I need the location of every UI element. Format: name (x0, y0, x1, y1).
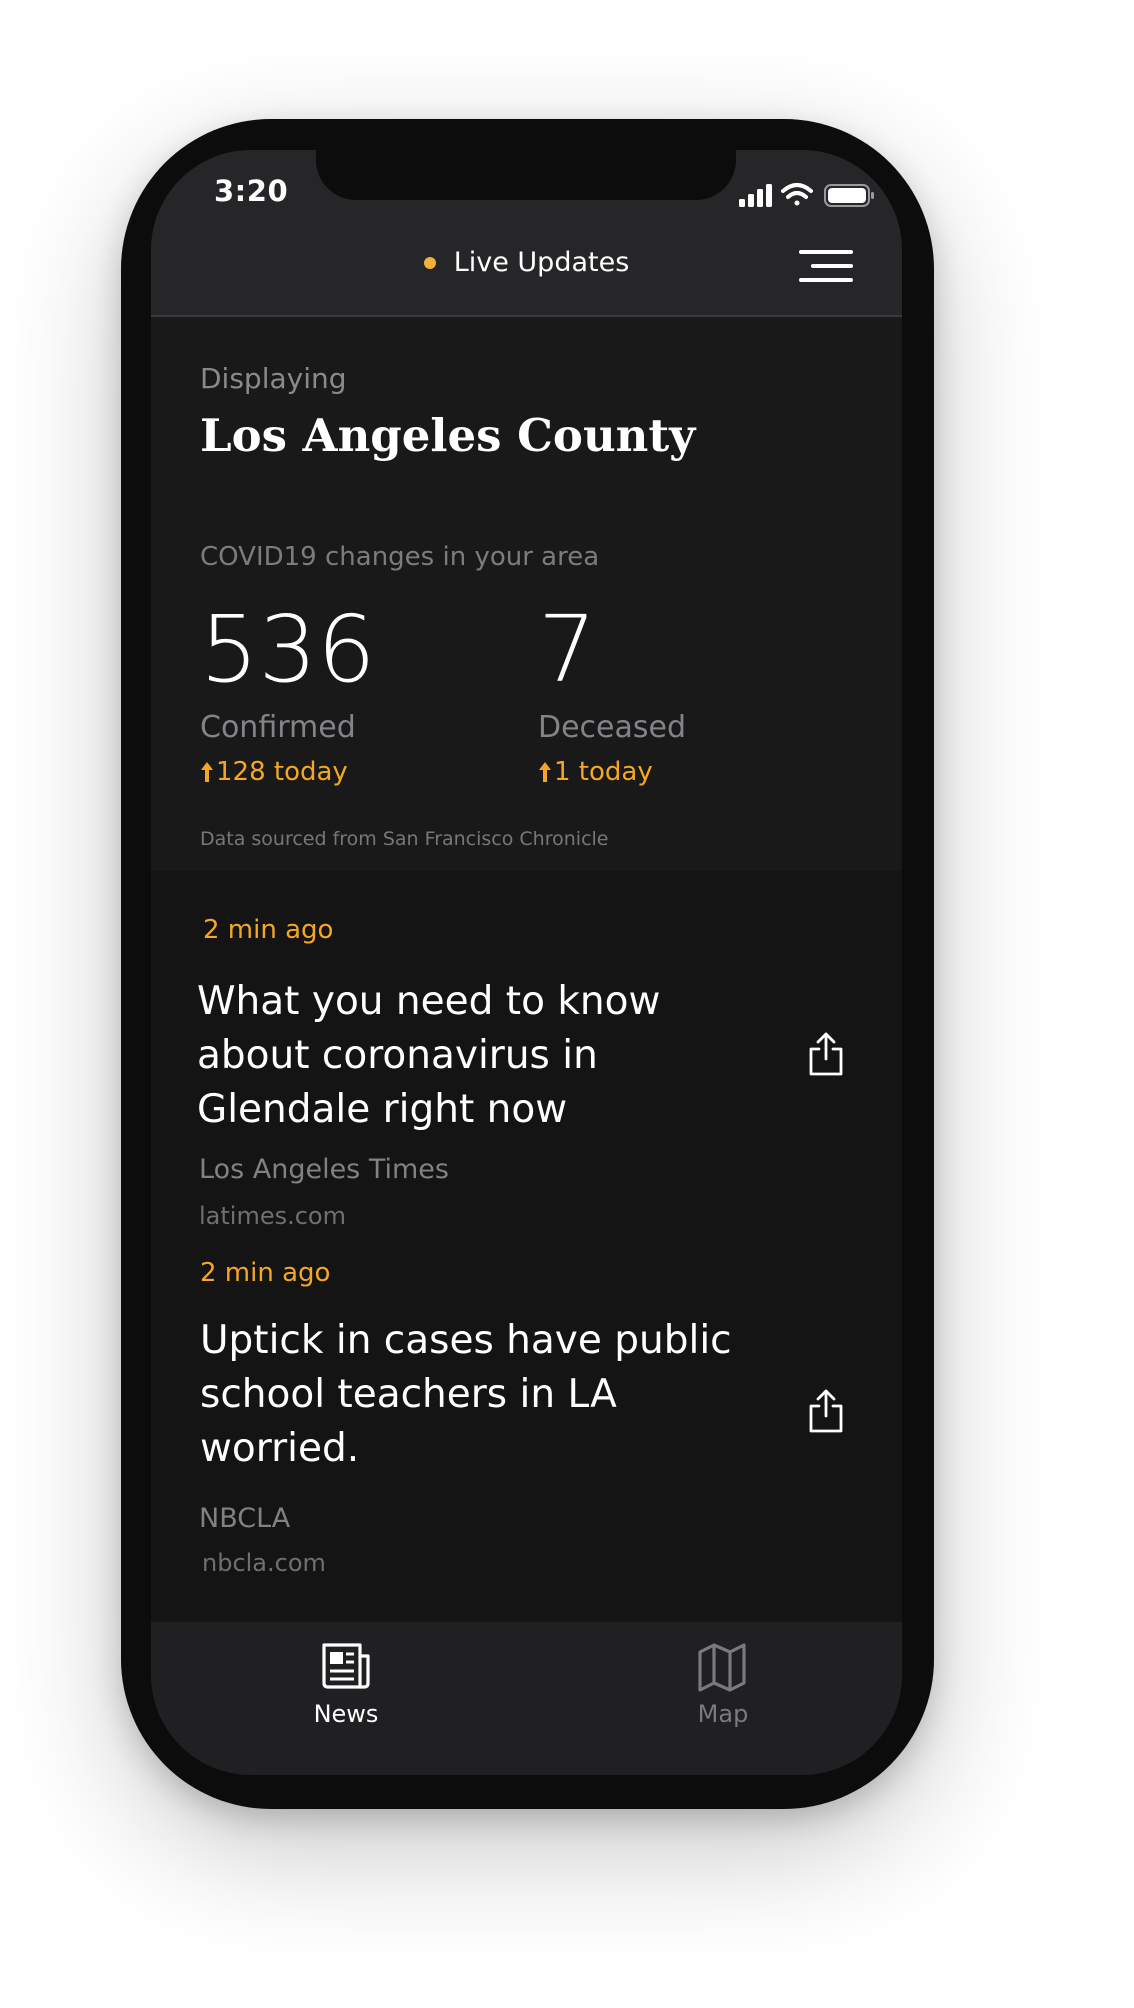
changes-label: COVID19 changes in your area (200, 542, 600, 572)
article-headline[interactable]: What you need to know about coronavirus … (197, 975, 757, 1137)
deceased-delta: 1 today (538, 757, 686, 787)
tab-map[interactable]: Map (653, 1642, 793, 1728)
article-headline[interactable]: Uptick in cases have public school teach… (200, 1314, 760, 1476)
map-icon (698, 1643, 746, 1692)
tab-news-label: News (313, 1700, 379, 1728)
tab-news[interactable]: News (276, 1642, 416, 1728)
battery-icon (824, 184, 874, 207)
hamburger-menu-icon (799, 250, 853, 254)
status-icons (739, 183, 874, 207)
deceased-label: Deceased (538, 710, 687, 745)
newspaper-icon (322, 1643, 370, 1689)
article-domain[interactable]: latimes.com (199, 1202, 346, 1230)
menu-button[interactable] (799, 250, 853, 284)
device-notch (316, 150, 736, 200)
data-source-note: Data sourced from San Francisco Chronicl… (200, 828, 609, 850)
confirmed-count: 536 (200, 596, 376, 703)
live-updates-label: Live Updates (453, 247, 630, 278)
displaying-label: Displaying (200, 362, 347, 395)
live-dot-icon (423, 256, 436, 269)
share-icon[interactable] (807, 1388, 845, 1434)
deceased-delta-text: 1 today (554, 757, 653, 787)
deceased-count: 7 (538, 596, 597, 703)
article-publisher: NBCLA (199, 1503, 291, 1534)
covid-summary-card: Displaying Los Angeles County COVID19 ch… (151, 317, 902, 871)
arrow-up-icon (201, 762, 213, 782)
confirmed-delta: 128 today (200, 757, 376, 787)
wifi-icon (781, 183, 813, 206)
app-screen: 3:20 Live Updates Displaying Los Angeles… (151, 150, 902, 1775)
tab-map-label: Map (697, 1700, 749, 1728)
cellular-signal-icon (739, 184, 772, 207)
region-title[interactable]: Los Angeles County (200, 409, 695, 462)
article-time: 2 min ago (200, 1258, 331, 1288)
article-time: 2 min ago (203, 915, 334, 945)
confirmed-label: Confirmed (200, 710, 356, 745)
status-time: 3:20 (214, 174, 289, 208)
news-article[interactable]: 2 min ago What you need to know about co… (151, 871, 902, 1241)
menu-line (811, 264, 853, 268)
confirmed-delta-text: 128 today (216, 757, 348, 787)
deceased-stat: 7 Deceased 1 today (538, 596, 687, 788)
top-header: 3:20 Live Updates (151, 150, 902, 317)
article-domain[interactable]: nbcla.com (202, 1549, 326, 1577)
confirmed-stat: 536 Confirmed 128 today (200, 596, 376, 788)
bottom-tab-bar: News Map (151, 1622, 902, 1775)
share-icon[interactable] (807, 1031, 845, 1077)
arrow-up-icon (539, 762, 551, 782)
menu-line (799, 278, 853, 282)
article-publisher: Los Angeles Times (199, 1154, 449, 1185)
news-article[interactable]: 2 min ago Uptick in cases have public sc… (151, 1241, 902, 1611)
live-updates-title: Live Updates (151, 247, 902, 287)
